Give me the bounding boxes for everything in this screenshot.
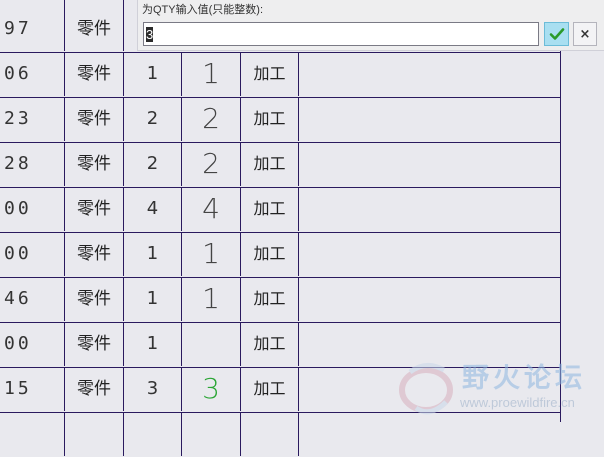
process-cell: 加工	[241, 97, 299, 141]
table-row[interactable]: 28 零件 2 2 加工	[0, 142, 560, 188]
remarks-cell	[299, 142, 560, 186]
type-cell: 零件	[65, 142, 124, 186]
table-row[interactable]: 15 零件 3 3 加工	[0, 367, 560, 413]
remarks-cell	[299, 367, 560, 411]
type-cell: 零件	[65, 187, 124, 231]
qty-cell: 1	[124, 277, 182, 321]
process-cell: 加工	[241, 142, 299, 186]
table-row[interactable]: 06 零件 1 1 加工	[0, 52, 560, 98]
process-cell: 加工	[241, 367, 299, 411]
remarks-cell	[299, 277, 560, 321]
remarks-cell	[299, 97, 560, 141]
process-cell	[241, 412, 299, 456]
remarks-cell	[299, 322, 560, 366]
part-number-cell: 15	[0, 367, 65, 411]
table-row[interactable]: 00 零件 1 1 加工	[0, 232, 560, 278]
qty-cell: 1	[124, 52, 182, 96]
type-cell: 零件	[65, 0, 124, 51]
part-number-cell	[0, 412, 65, 456]
process-cell: 加工	[241, 232, 299, 276]
qty-cell: 2	[124, 142, 182, 186]
type-cell: 零件	[65, 232, 124, 276]
qty-cell	[124, 412, 182, 456]
cancel-button[interactable]: ×	[573, 22, 597, 46]
qty-input[interactable]	[143, 22, 539, 46]
drawing-table: 97 零件 06 零件 1 1 加工 23 零件 2 2 加工 28 零件 2 …	[0, 0, 561, 456]
remarks-cell	[299, 52, 560, 96]
qty-cell: 1	[124, 322, 182, 366]
qty-cell: 4	[124, 187, 182, 231]
type-cell: 零件	[65, 277, 124, 321]
qty-display-cell: 4	[182, 187, 241, 231]
qty-input-popup: 为QTY输入值(只能整数): ×	[137, 0, 604, 51]
type-cell	[65, 412, 124, 456]
qty-display-cell: 1	[182, 52, 241, 96]
qty-display-cell	[182, 412, 241, 456]
qty-display-cell: 2	[182, 142, 241, 186]
process-cell: 加工	[241, 277, 299, 321]
remarks-cell	[299, 412, 560, 456]
remarks-cell	[299, 187, 560, 231]
part-number-cell: 00	[0, 187, 65, 231]
table-row[interactable]	[0, 412, 560, 457]
qty-prompt-label: 为QTY输入值(只能整数):	[142, 4, 263, 16]
qty-display-cell: 1	[182, 232, 241, 276]
confirm-button[interactable]	[544, 22, 569, 46]
part-number-cell: 46	[0, 277, 65, 321]
part-number-cell: 00	[0, 322, 65, 366]
qty-cell: 3	[124, 367, 182, 411]
type-cell: 零件	[65, 97, 124, 141]
part-number-cell: 28	[0, 142, 65, 186]
qty-display-cell: 1	[182, 277, 241, 321]
part-number-cell: 97	[0, 0, 65, 51]
type-cell: 零件	[65, 367, 124, 411]
process-cell: 加工	[241, 52, 299, 96]
part-number-cell: 23	[0, 97, 65, 141]
part-number-cell: 06	[0, 52, 65, 96]
qty-display-cell	[182, 322, 241, 366]
table-row[interactable]: 23 零件 2 2 加工	[0, 97, 560, 143]
table-row[interactable]: 46 零件 1 1 加工	[0, 277, 560, 323]
qty-cell: 2	[124, 97, 182, 141]
type-cell: 零件	[65, 52, 124, 96]
table-row[interactable]: 00 零件 1 加工	[0, 322, 560, 368]
type-cell: 零件	[65, 322, 124, 366]
qty-cell: 1	[124, 232, 182, 276]
checkmark-icon	[549, 28, 564, 40]
remarks-cell	[299, 232, 560, 276]
qty-display-cell-highlighted: 3	[182, 367, 241, 411]
process-cell: 加工	[241, 322, 299, 366]
part-number-cell: 00	[0, 232, 65, 276]
qty-display-cell: 2	[182, 97, 241, 141]
process-cell: 加工	[241, 187, 299, 231]
table-row[interactable]: 00 零件 4 4 加工	[0, 187, 560, 233]
